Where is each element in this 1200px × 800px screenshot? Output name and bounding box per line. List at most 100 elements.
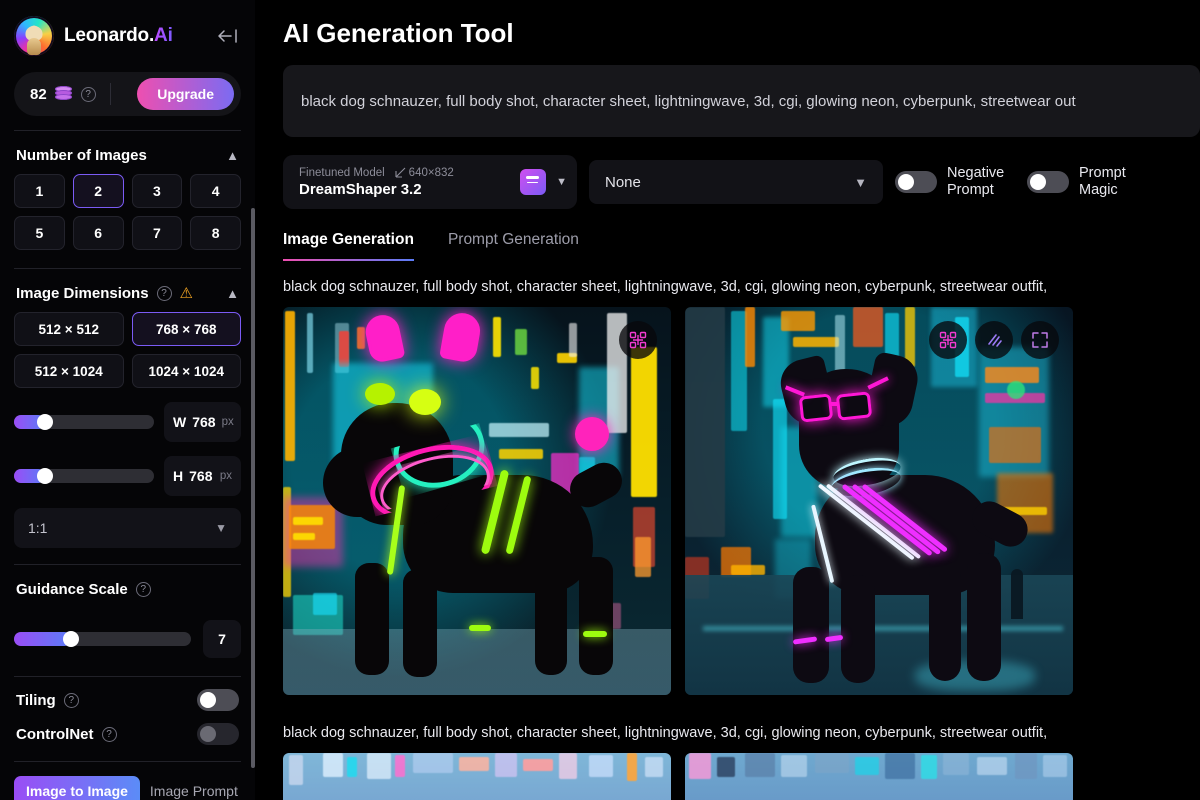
upgrade-button[interactable]: Upgrade: [137, 78, 234, 110]
guidance-scale-value[interactable]: 7: [203, 620, 241, 658]
width-input[interactable]: W 768 px: [164, 402, 241, 442]
prompt-magic-label: Prompt Magic: [1079, 165, 1147, 199]
result-row-2: [283, 753, 1200, 800]
aspect-ratio-select[interactable]: 1:1 ▼: [14, 508, 241, 548]
dimension-preset-512x1024[interactable]: 512 × 1024: [14, 354, 124, 388]
style-select[interactable]: None ▼: [589, 160, 883, 204]
main-tabs: Image Generation Prompt Generation: [283, 231, 1200, 261]
aspect-ratio-value: 1:1: [28, 520, 48, 536]
page-heading: AI Generation Tool: [283, 18, 514, 48]
variation-icon[interactable]: [975, 321, 1013, 359]
tiling-label: Tiling: [16, 691, 56, 709]
controlnet-toggle[interactable]: [197, 723, 239, 745]
prompt-magic-toggle[interactable]: [1027, 171, 1069, 193]
page-title: Leonardo.Ai: [64, 25, 173, 47]
generated-image-1[interactable]: [283, 307, 671, 695]
chevron-down-icon: ▼: [215, 521, 227, 535]
avatar: [14, 16, 54, 56]
negative-prompt-toggle[interactable]: [895, 171, 937, 193]
credit-count: 82: [30, 85, 47, 103]
height-slider-row: H 768 px: [14, 456, 241, 496]
tab-image-generation[interactable]: Image Generation: [283, 231, 414, 261]
controlnet-row: ControlNet ?: [14, 721, 241, 755]
width-slider[interactable]: [14, 414, 154, 430]
model-name: DreamShaper 3.2: [299, 180, 422, 198]
negative-prompt-label-line1: Negative: [947, 164, 1005, 181]
prompt-input[interactable]: black dog schnauzer, full body shot, cha…: [283, 65, 1200, 137]
controlnet-label: ControlNet: [16, 725, 94, 743]
sidebar: Leonardo.Ai 82 ? Upgrade Number of Image…: [0, 0, 255, 800]
tab-prompt-generation[interactable]: Prompt Generation: [448, 231, 579, 261]
collapse-left-icon[interactable]: [215, 23, 241, 49]
generated-image-4[interactable]: [685, 753, 1073, 800]
credits-bar: 82 ? Upgrade: [14, 72, 241, 116]
brand-name-accent: Ai: [154, 25, 173, 46]
main-content: AI Generation Tool black dog schnauzer, …: [255, 0, 1200, 800]
dimension-preset-768x768[interactable]: 768 × 768: [131, 312, 241, 346]
help-circle-icon[interactable]: ?: [80, 86, 96, 102]
chevron-down-icon: ▼: [854, 174, 867, 190]
image-size-icon: [395, 167, 406, 178]
prompt-magic-group: Prompt Magic: [1027, 165, 1147, 199]
section-header-image-dimensions[interactable]: Image Dimensions ? ⚠ ▲: [14, 271, 241, 312]
image-actions-1: [619, 321, 657, 359]
section-title: Number of Images: [16, 147, 147, 164]
dimension-preset-1024x1024[interactable]: 1024 × 1024: [131, 354, 241, 388]
divider: [14, 564, 241, 565]
divider: [14, 130, 241, 131]
image-count-3[interactable]: 3: [131, 174, 183, 208]
prompt-magic-label-line2: Magic: [1079, 182, 1118, 198]
help-circle-icon[interactable]: ?: [156, 286, 172, 301]
guidance-scale-slider[interactable]: [14, 631, 191, 647]
chevron-up-icon[interactable]: ▲: [226, 286, 239, 301]
tab-image-prompt[interactable]: Image Prompt: [150, 783, 238, 799]
negative-prompt-label: Negative Prompt: [947, 165, 1015, 199]
image-count-2[interactable]: 2: [72, 174, 124, 208]
finetuned-model-card[interactable]: Finetuned Model 640×832 DreamShaper 3.2 …: [283, 155, 577, 209]
negative-prompt-label-line2: Prompt: [947, 182, 994, 198]
image-count-8[interactable]: 8: [190, 216, 241, 250]
image-count-5[interactable]: 5: [14, 216, 65, 250]
brand-name-main: Leonardo.: [64, 25, 155, 46]
image-count-6[interactable]: 6: [72, 216, 124, 250]
app-root: Leonardo.Ai 82 ? Upgrade Number of Image…: [0, 0, 1200, 800]
result-row-1: [283, 307, 1200, 695]
image-input-tabs: Image to Image Image Prompt: [14, 764, 241, 800]
model-label: Finetuned Model: [299, 166, 385, 179]
help-circle-icon[interactable]: ?: [101, 726, 117, 742]
image-actions-2: [929, 321, 1059, 359]
section-title: Guidance Scale: [16, 581, 128, 598]
result-caption-2: black dog schnauzer, full body shot, cha…: [283, 725, 1048, 741]
tab-image-to-image[interactable]: Image to Image: [14, 776, 140, 800]
expand-icon[interactable]: [1021, 321, 1059, 359]
image-count-1[interactable]: 1: [14, 174, 65, 208]
divider: [14, 676, 241, 677]
image-count-7[interactable]: 7: [131, 216, 183, 250]
help-circle-icon[interactable]: ?: [63, 692, 79, 708]
section-header-number-of-images[interactable]: Number of Images ▲: [14, 133, 241, 174]
brand-row: Leonardo.Ai: [14, 0, 241, 72]
upscale-icon[interactable]: [619, 321, 657, 359]
section-title: Image Dimensions: [16, 285, 149, 302]
height-input[interactable]: H 768 px: [164, 456, 241, 496]
tiling-toggle[interactable]: [197, 689, 239, 711]
generated-image-2[interactable]: [685, 307, 1073, 695]
warning-triangle-icon: ⚠: [179, 285, 193, 302]
caret-down-icon[interactable]: ▼: [556, 176, 567, 188]
divider: [14, 761, 241, 762]
model-dimensions-text: 640×832: [408, 166, 454, 179]
width-slider-row: W 768 px: [14, 402, 241, 442]
width-label: W: [173, 414, 187, 430]
divider: [109, 83, 111, 105]
upscale-icon[interactable]: [929, 321, 967, 359]
chevron-up-icon[interactable]: ▲: [226, 148, 239, 163]
negative-prompt-group: Negative Prompt: [895, 165, 1015, 199]
dimension-preset-512x512[interactable]: 512 × 512: [14, 312, 124, 346]
tiling-row: Tiling ?: [14, 679, 241, 721]
width-unit: px: [221, 416, 234, 428]
width-value: 768: [192, 414, 216, 430]
image-count-4[interactable]: 4: [190, 174, 241, 208]
help-circle-icon[interactable]: ?: [135, 582, 151, 597]
generated-image-3[interactable]: [283, 753, 671, 800]
height-slider[interactable]: [14, 468, 154, 484]
